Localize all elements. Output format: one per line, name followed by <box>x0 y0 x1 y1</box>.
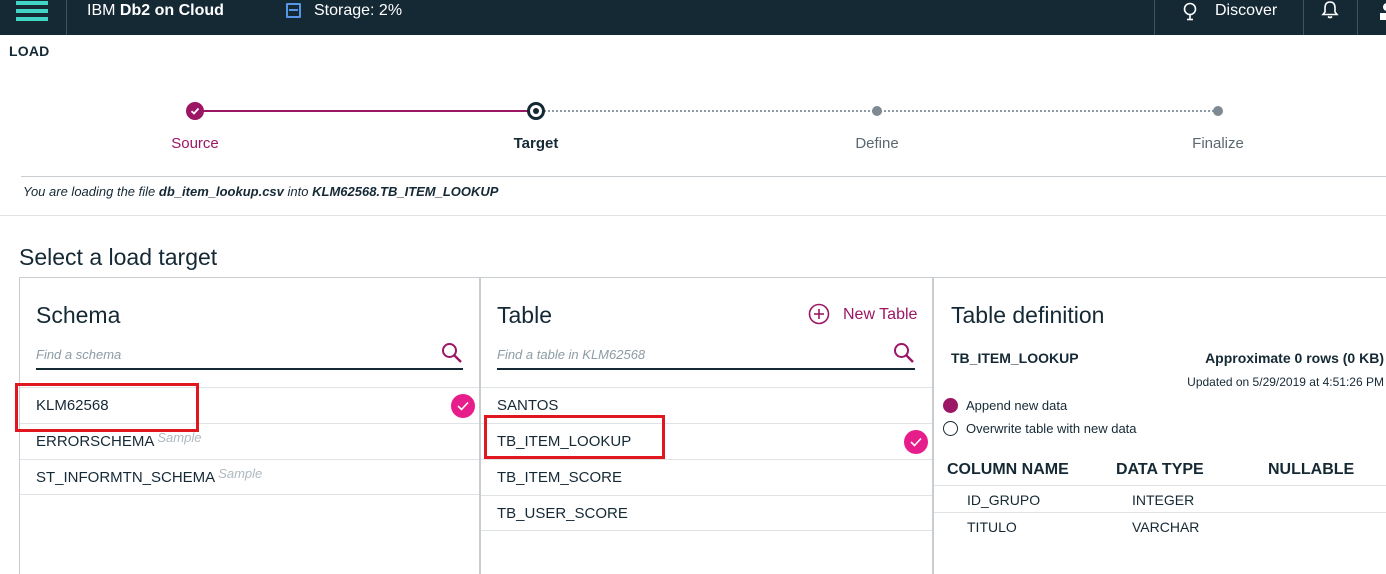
last-updated: Updated on 5/29/2019 at 4:51:26 PM <box>1187 375 1384 389</box>
hamburger-menu-icon[interactable] <box>16 1 48 21</box>
table-list: SANTOS TB_ITEM_LOOKUP TB_ITEM_SCORE TB_U… <box>481 387 932 531</box>
table-name: TB_USER_SCORE <box>497 505 628 522</box>
discover-link[interactable]: Discover <box>1215 2 1277 20</box>
new-table-label: New Table <box>843 306 918 323</box>
section-title: Select a load target <box>19 244 218 270</box>
column-header: NULLABLE <box>1268 461 1355 478</box>
step-source-label[interactable]: Source <box>171 135 219 152</box>
schema-name: ST_INFORMTN_SCHEMA <box>36 469 216 486</box>
divider <box>0 215 1386 216</box>
divider <box>66 0 67 35</box>
column-name: TITULO <box>967 519 1017 535</box>
table-search-placeholder: Find a table in KLM62568 <box>497 347 646 362</box>
definition-panel-title: Table definition <box>951 302 1105 328</box>
step-source-check-icon <box>186 102 204 120</box>
user-icon[interactable] <box>1380 2 1386 20</box>
selected-check-icon <box>451 394 475 418</box>
sample-tag: Sample <box>157 430 202 445</box>
radio-selected-icon <box>943 398 958 413</box>
columns-table-header: COLUMN NAME DATA TYPE NULLABLE <box>934 459 1386 485</box>
search-icon[interactable] <box>893 342 915 364</box>
divider <box>1154 0 1155 35</box>
step-finalize-label: Finalize <box>1192 135 1244 152</box>
column-header: DATA TYPE <box>1116 461 1204 478</box>
loading-info-text: You are loading the file db_item_lookup.… <box>23 184 498 199</box>
column-type: INTEGER <box>1132 492 1195 508</box>
progress-stepper: Source Target Define Finalize <box>0 95 1386 165</box>
selected-check-icon <box>904 430 928 454</box>
table-row: TITULO VARCHAR <box>934 512 1386 539</box>
brand-prefix: IBM <box>87 2 116 19</box>
sample-tag: Sample <box>218 466 263 481</box>
page-title: LOAD <box>9 43 50 59</box>
schema-name: ERRORSCHEMA <box>36 433 155 450</box>
schema-search-placeholder: Find a schema <box>36 347 122 362</box>
progress-line-complete <box>196 110 536 112</box>
divider <box>1303 0 1304 35</box>
lightbulb-icon[interactable] <box>1182 2 1198 22</box>
schema-panel-title: Schema <box>36 302 121 328</box>
step-finalize-indicator <box>1213 106 1223 116</box>
product-brand[interactable]: IBM Db2 on Cloud <box>87 2 224 20</box>
table-name: SANTOS <box>497 397 559 414</box>
step-define-label: Define <box>855 135 899 152</box>
schema-search-input[interactable]: Find a schema <box>36 340 463 370</box>
column-name: ID_GRUPO <box>967 492 1041 508</box>
column-type: VARCHAR <box>1132 519 1200 535</box>
brand-name: Db2 on Cloud <box>119 2 224 19</box>
list-item[interactable]: TB_ITEM_SCORE <box>481 459 932 495</box>
column-header: COLUMN NAME <box>947 461 1069 478</box>
highlight-box <box>484 415 665 459</box>
radio-label: Overwrite table with new data <box>966 421 1137 436</box>
loading-file-name: db_item_lookup.csv <box>158 184 284 199</box>
search-icon[interactable] <box>441 342 463 364</box>
loading-info-middle: into <box>287 184 309 199</box>
add-circle-icon <box>808 303 830 325</box>
storage-icon <box>286 3 301 18</box>
table-definition-panel: Table definition TB_ITEM_LOOKUP Approxim… <box>933 277 1386 574</box>
divider <box>21 176 1386 177</box>
table-search-input[interactable]: Find a table in KLM62568 <box>497 340 915 370</box>
row-count: Approximate 0 rows (0 KB) <box>1205 350 1384 366</box>
loading-info-prefix: You are loading the file <box>23 184 156 199</box>
notification-bell-icon[interactable] <box>1321 0 1339 20</box>
loading-target-name: KLM62568.TB_ITEM_LOOKUP <box>312 184 499 199</box>
divider <box>1357 0 1358 35</box>
top-navigation-bar: IBM Db2 on Cloud Storage: 2% Discover <box>0 0 1386 35</box>
definition-table-name: TB_ITEM_LOOKUP <box>951 350 1079 366</box>
list-item[interactable]: ST_INFORMTN_SCHEMA Sample <box>20 459 479 495</box>
radio-label: Append new data <box>966 398 1068 413</box>
step-target-indicator <box>527 102 545 120</box>
list-item[interactable]: TB_USER_SCORE <box>481 495 932 531</box>
step-target-label: Target <box>513 135 559 152</box>
step-define-indicator <box>872 106 882 116</box>
storage-indicator: Storage: 2% <box>314 2 403 19</box>
radio-unselected-icon <box>943 421 958 436</box>
table-name: TB_ITEM_SCORE <box>497 469 623 486</box>
table-row: ID_GRUPO INTEGER <box>934 485 1386 512</box>
highlight-box <box>15 383 199 432</box>
table-panel-title: Table <box>497 302 552 328</box>
